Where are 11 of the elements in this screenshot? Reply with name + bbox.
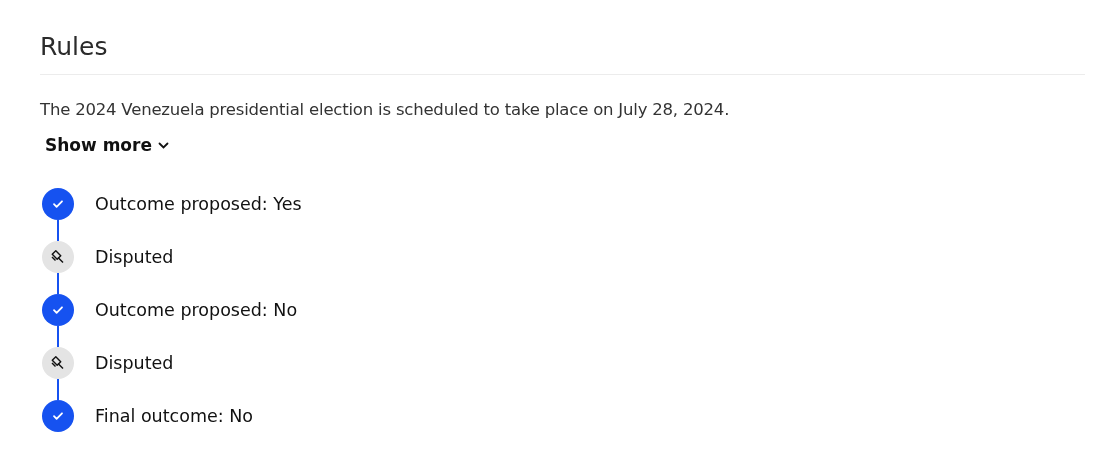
step-label: Disputed — [95, 352, 174, 373]
gavel-icon — [50, 248, 66, 265]
chevron-icon — [157, 141, 169, 149]
gavel-icon — [50, 354, 66, 371]
section-title: Rules — [40, 30, 1085, 75]
step-label: Outcome proposed: Yes — [95, 193, 302, 214]
step-label: Final outcome: No — [95, 405, 253, 426]
step-label: Outcome proposed: No — [95, 299, 298, 320]
show-more-button[interactable]: Show more — [45, 135, 169, 155]
rules-description: The 2024 Venezuela presidential election is scheduled to take place on July 28, 2024. — [40, 99, 731, 121]
step-label: Disputed — [95, 246, 174, 267]
